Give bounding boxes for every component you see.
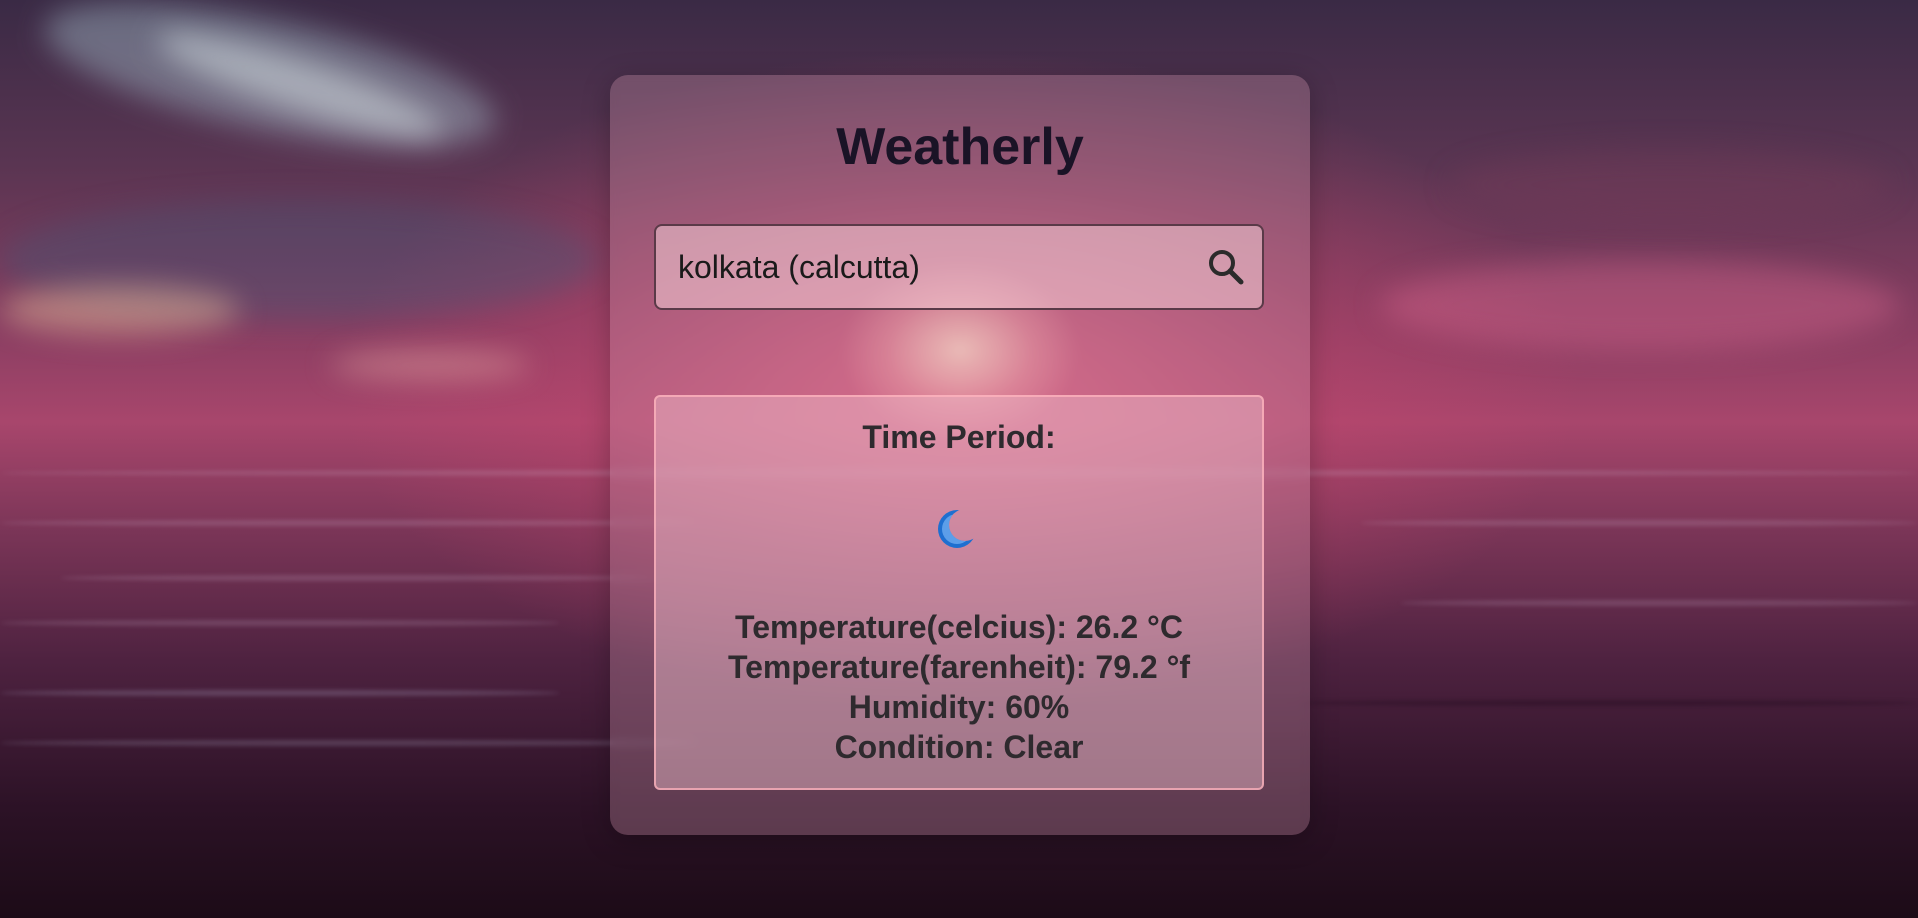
weather-stats: Temperature(celcius): 26.2 °C Temperatur…: [656, 607, 1262, 767]
weather-card: Weatherly Time Period:: [610, 75, 1310, 835]
condition: Condition: Clear: [834, 729, 1084, 765]
app-title: Weatherly: [836, 118, 1084, 176]
humidity: Humidity: 60%: [848, 689, 1070, 725]
weather-result-panel: Time Period: Temperature(celcius): 26.2 …: [654, 395, 1264, 790]
search-bar: [654, 224, 1264, 310]
temperature-fahrenheit: Temperature(farenheit): 79.2 °f: [727, 649, 1191, 685]
city-search-input[interactable]: [678, 226, 1178, 308]
search-icon[interactable]: [1204, 245, 1248, 289]
crescent-moon-icon: [933, 505, 981, 553]
temperature-celsius: Temperature(celcius): 26.2 °C: [735, 609, 1183, 645]
time-period-label: Time Period:: [862, 419, 1056, 455]
